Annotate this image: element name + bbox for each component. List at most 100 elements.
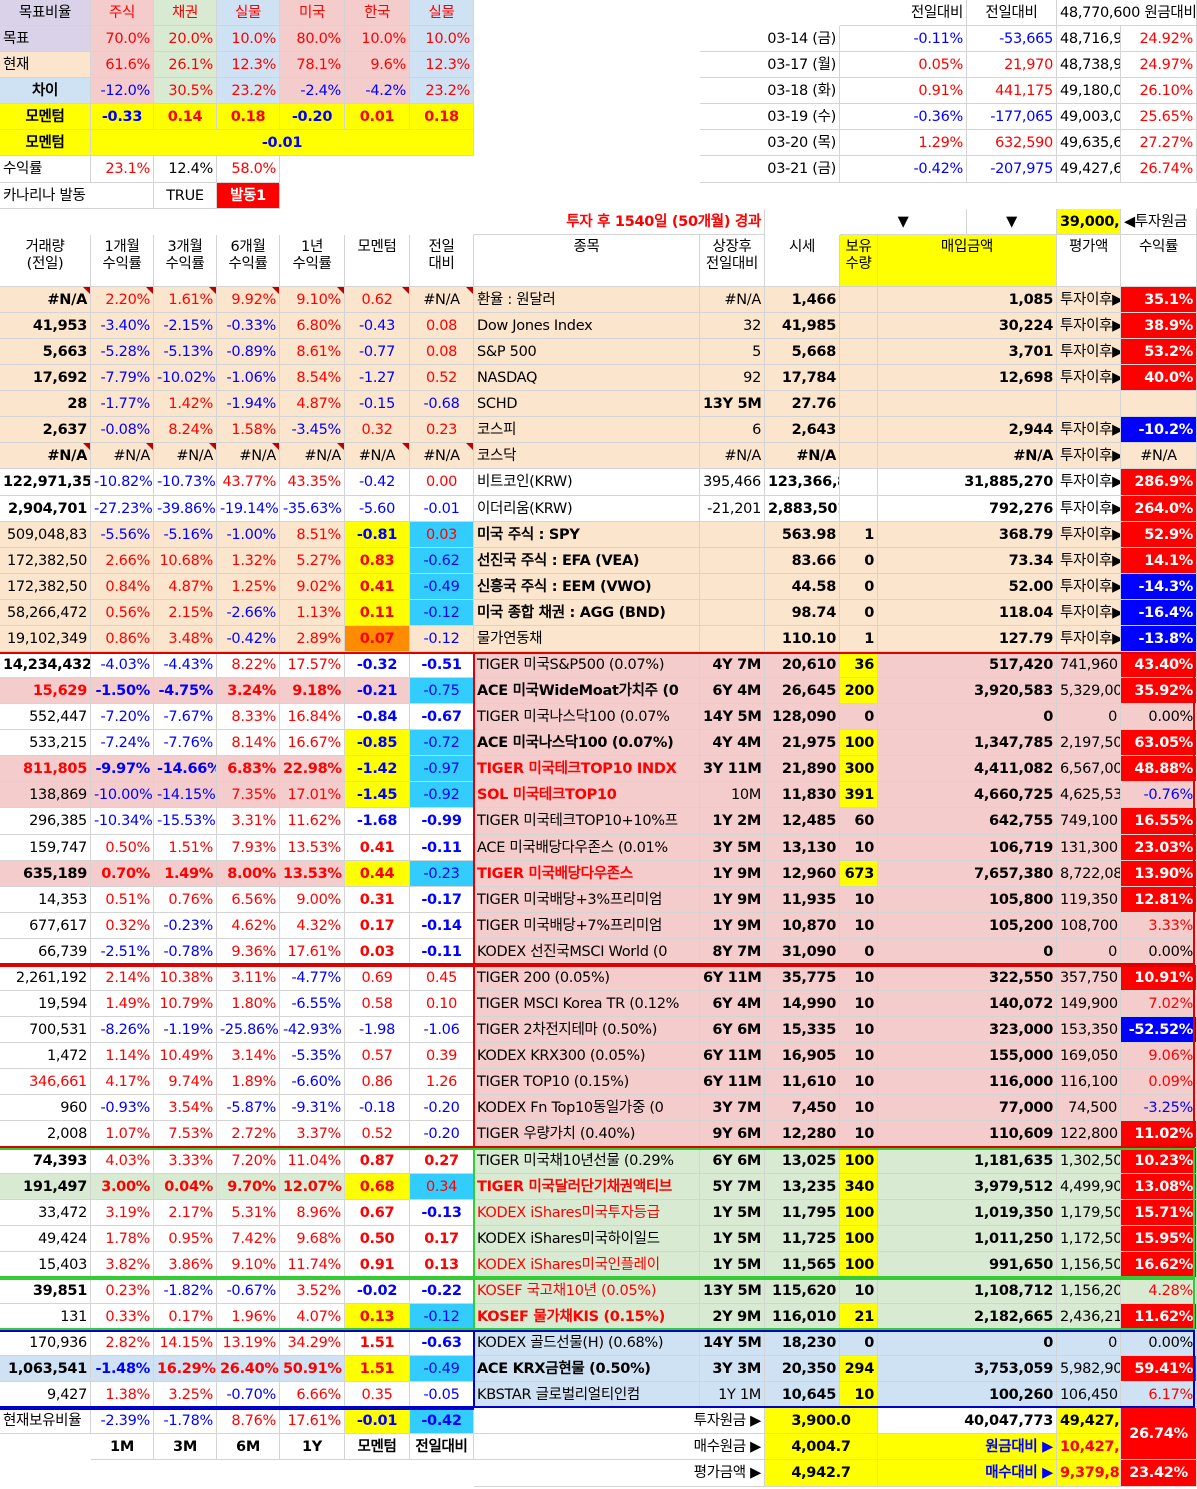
row40-name[interactable]: KODEX KRX300 (0.05%) [474, 1043, 700, 1069]
row12-listing[interactable]: 32 [700, 313, 765, 339]
row40-return-6m[interactable]: 3.14% [217, 1043, 280, 1069]
invest-label[interactable]: 투자원금 ▶ [474, 1408, 765, 1434]
buy-diff-value[interactable]: 9,379,857 [1057, 1460, 1121, 1487]
row26-return-1m[interactable]: -1.50% [91, 678, 154, 704]
row24-price[interactable]: 110.10 [765, 626, 840, 652]
row52-buy-amount[interactable]: 3,753,059 [878, 1356, 1057, 1382]
row47-return-6m[interactable]: 7.42% [217, 1226, 280, 1252]
row21-eval-amount[interactable]: 투자이후▶ [1057, 548, 1121, 574]
row28-return[interactable]: 63.05% [1121, 730, 1197, 756]
row40-return[interactable]: 9.06% [1121, 1043, 1197, 1069]
row51-volume[interactable]: 170,936 [0, 1330, 91, 1356]
row48-return-1y[interactable]: 11.74% [280, 1252, 345, 1278]
row39-return-6m[interactable]: -25.86% [217, 1017, 280, 1043]
row19-return-6m[interactable]: -19.14% [217, 496, 280, 522]
row32-listing[interactable]: 3Y 5M [700, 835, 765, 861]
row40-momentum[interactable]: 0.57 [345, 1043, 410, 1069]
row17-return-1m[interactable]: #N/A [91, 443, 154, 469]
row34-eval-amount[interactable]: 119,350 [1057, 887, 1121, 913]
row25-volume[interactable]: 14,234,432 [0, 652, 91, 678]
target-label[interactable]: 목표비율 [0, 0, 91, 26]
momentum-label[interactable]: 모멘텀 [0, 104, 91, 130]
row25-buy-amount[interactable]: 517,420 [878, 652, 1057, 678]
row20-volume[interactable]: 509,048,83 [0, 522, 91, 548]
row32-return-1y[interactable]: 13.53% [280, 835, 345, 861]
row40-return-3m[interactable]: 10.49% [154, 1043, 217, 1069]
row38-return-6m[interactable]: 1.80% [217, 991, 280, 1017]
row11-buy-amount[interactable]: 1,085 [878, 287, 1057, 313]
row37-return-1m[interactable]: 2.14% [91, 965, 154, 991]
date-0318[interactable]: 03-18 (화) [700, 78, 840, 104]
row50-return-6m[interactable]: 1.96% [217, 1304, 280, 1330]
row46-price[interactable]: 11,795 [765, 1200, 840, 1226]
row51-prevday[interactable]: -0.63 [410, 1330, 474, 1356]
row31-return-1m[interactable]: -10.34% [91, 808, 154, 835]
row36-return-6m[interactable]: 9.36% [217, 939, 280, 965]
row45-name[interactable]: TIGER 미국달러단기채권액티브 [474, 1174, 700, 1200]
row12-eval-amount[interactable]: 투자이후▶ [1057, 313, 1121, 339]
row33-return-1y[interactable]: 13.53% [280, 861, 345, 887]
row47-name[interactable]: KODEX iShares미국하이일드 [474, 1226, 700, 1252]
row50-return-1y[interactable]: 4.07% [280, 1304, 345, 1330]
row15-return[interactable] [1121, 391, 1197, 417]
row24-volume[interactable]: 19,102,349 [0, 626, 91, 652]
row30-momentum[interactable]: -1.45 [345, 782, 410, 808]
row21-qty[interactable]: 0 [840, 548, 878, 574]
row41-name[interactable]: TIGER TOP10 (0.15%) [474, 1069, 700, 1095]
row47-return-3m[interactable]: 0.95% [154, 1226, 217, 1252]
d0317-amt[interactable]: 21,970 [967, 52, 1057, 78]
row45-prevday[interactable]: 0.34 [410, 1174, 474, 1200]
row34-qty[interactable]: 10 [840, 887, 878, 913]
row33-qty[interactable]: 673 [840, 861, 878, 887]
row42-return-1m[interactable]: -0.93% [91, 1095, 154, 1121]
row24-return-6m[interactable]: -0.42% [217, 626, 280, 652]
row23-buy-amount[interactable]: 118.04 [878, 600, 1057, 626]
row22-buy-amount[interactable]: 52.00 [878, 574, 1057, 600]
row51-listing[interactable]: 14Y 5M [700, 1330, 765, 1356]
momentum-real2[interactable]: 0.18 [410, 104, 474, 130]
row50-buy-amount[interactable]: 2,182,665 [878, 1304, 1057, 1330]
header-korea[interactable]: 한국 [345, 0, 410, 26]
row53-return-1m[interactable]: 1.38% [91, 1382, 154, 1408]
row29-return-1m[interactable]: -9.97% [91, 756, 154, 782]
row27-return-1m[interactable]: -7.20% [91, 704, 154, 730]
row16-return[interactable]: -10.2% [1121, 417, 1197, 443]
row22-volume[interactable]: 172,382,50 [0, 574, 91, 600]
row26-prevday[interactable]: -0.75 [410, 678, 474, 704]
row43-volume[interactable]: 2,008 [0, 1121, 91, 1148]
row34-buy-amount[interactable]: 105,800 [878, 887, 1057, 913]
row35-prevday[interactable]: -0.14 [410, 913, 474, 939]
header-bond[interactable]: 채권 [154, 0, 217, 26]
row43-qty[interactable]: 10 [840, 1121, 878, 1148]
invest-principal-label[interactable]: ◀투자원금 [1121, 209, 1197, 235]
row46-eval-amount[interactable]: 1,179,500 [1057, 1200, 1121, 1226]
row53-return[interactable]: 6.17% [1121, 1382, 1197, 1408]
row49-volume[interactable]: 39,851 [0, 1278, 91, 1304]
footer-1y[interactable]: 1Y [280, 1434, 345, 1460]
row18-return-6m[interactable]: 43.77% [217, 469, 280, 496]
row25-price[interactable]: 20,610 [765, 652, 840, 678]
col-price[interactable]: 시세 [765, 235, 840, 287]
row40-prevday[interactable]: 0.39 [410, 1043, 474, 1069]
row47-return-1m[interactable]: 1.78% [91, 1226, 154, 1252]
momentum-total[interactable]: -0.01 [91, 130, 474, 156]
row31-return[interactable]: 16.55% [1121, 808, 1197, 835]
row32-return[interactable]: 23.03% [1121, 835, 1197, 861]
row45-return-6m[interactable]: 9.70% [217, 1174, 280, 1200]
row42-return-6m[interactable]: -5.87% [217, 1095, 280, 1121]
row25-return-1y[interactable]: 17.57% [280, 652, 345, 678]
row15-momentum[interactable]: -0.15 [345, 391, 410, 417]
row44-price[interactable]: 13,025 [765, 1148, 840, 1174]
d0317-rate[interactable]: 24.97% [1121, 52, 1197, 78]
row52-name[interactable]: ACE KRX금현물 (0.50%) [474, 1356, 700, 1382]
momentum-us[interactable]: -0.20 [280, 104, 345, 130]
row36-qty[interactable]: 0 [840, 939, 878, 965]
row43-price[interactable]: 12,280 [765, 1121, 840, 1148]
row33-return-1m[interactable]: 0.70% [91, 861, 154, 887]
row51-return[interactable]: 0.00% [1121, 1330, 1197, 1356]
row32-return-3m[interactable]: 1.51% [154, 835, 217, 861]
row22-listing[interactable] [700, 574, 765, 600]
principal-diff-value[interactable]: 10,427,630 [1057, 1434, 1121, 1460]
row11-listing[interactable]: #N/A [700, 287, 765, 313]
row13-return[interactable]: 53.2% [1121, 339, 1197, 365]
